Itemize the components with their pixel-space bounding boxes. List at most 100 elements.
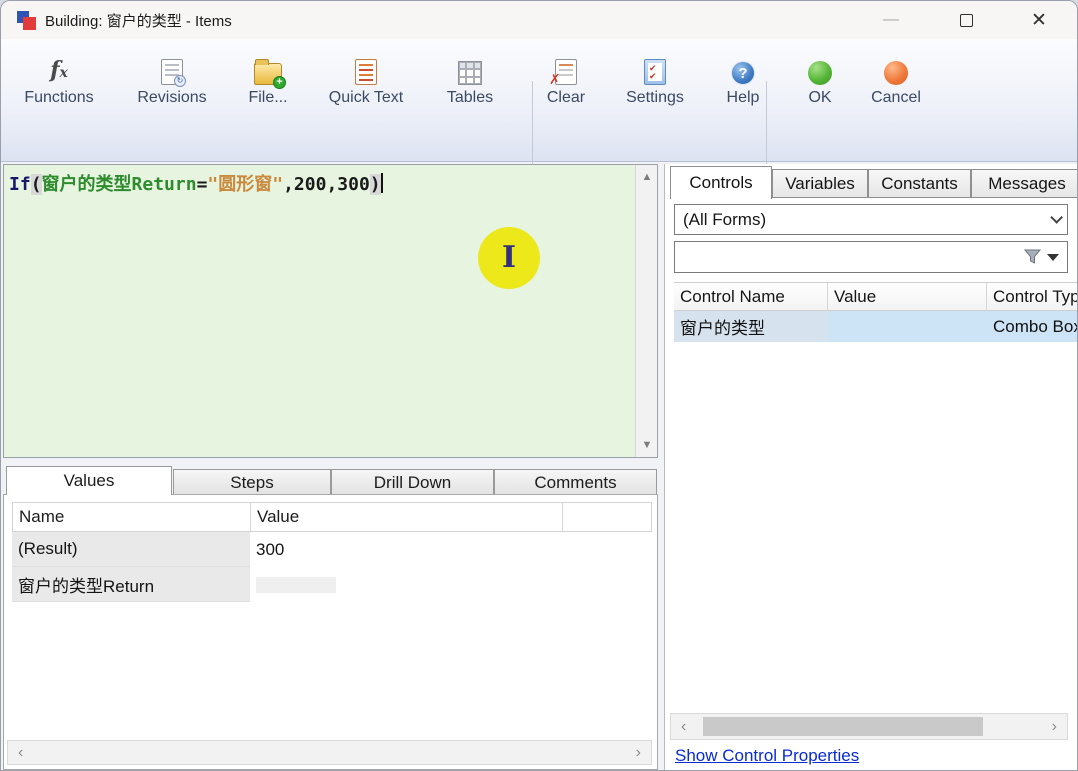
header-label: Name	[19, 507, 64, 527]
file-button[interactable]: + File...	[235, 51, 301, 147]
forms-dropdown[interactable]: (All Forms)	[674, 204, 1068, 235]
header-label: Control Type	[993, 287, 1078, 307]
help-button[interactable]: ? Help	[713, 51, 773, 147]
formula-line: If(窗户的类型Return="圆形窗",200,300)	[9, 170, 383, 196]
clear-button[interactable]: ✗ Clear	[539, 51, 593, 147]
controls-table-header: Control Name Value Control Type	[674, 282, 1078, 311]
formula-segment: 窗户的类型Return	[42, 174, 197, 195]
formula-segment: If	[9, 174, 31, 195]
table-row[interactable]: (Result) 300	[12, 532, 652, 567]
help-icon: ?	[731, 61, 755, 85]
values-header-value[interactable]: Value	[251, 503, 563, 531]
scroll-right-icon[interactable]: ›	[1052, 714, 1057, 739]
quick-text-label: Quick Text	[329, 89, 403, 107]
forms-dropdown-value: (All Forms)	[683, 210, 766, 230]
filter-input[interactable]	[675, 242, 1024, 272]
ok-icon	[808, 61, 832, 85]
formula-segment: )	[370, 174, 381, 195]
tab-steps-label: Steps	[230, 473, 273, 493]
maximize-button[interactable]	[943, 1, 989, 39]
formula-segment: ,200,300	[283, 174, 370, 195]
cancel-button[interactable]: Cancel	[861, 51, 931, 147]
help-label: Help	[727, 89, 760, 107]
scroll-left-icon[interactable]: ‹	[18, 741, 23, 764]
values-panel: Name Value (Result) 300 窗户的类型Return ‹ ›	[3, 494, 658, 770]
empty-value-placeholder	[256, 577, 336, 593]
header-label: Value	[834, 287, 876, 307]
minimize-button[interactable]: —	[868, 1, 914, 39]
file-label: File...	[248, 89, 287, 107]
tab-variables[interactable]: Variables	[772, 169, 868, 198]
title-bar: Building: 窗户的类型 - Items — ✕	[1, 1, 1078, 39]
controls-header-name[interactable]: Control Name	[674, 283, 828, 311]
functions-label: Functions	[24, 89, 93, 107]
file-add-icon: +	[254, 63, 282, 85]
quick-text-button[interactable]: Quick Text	[311, 51, 421, 147]
controls-header-value[interactable]: Value	[828, 283, 987, 311]
control-name-cell: 窗户的类型	[674, 311, 828, 342]
editor-vertical-scrollbar[interactable]: ▲ ▼	[635, 165, 657, 457]
filter-dropdown-arrow-icon[interactable]	[1047, 254, 1059, 261]
values-horizontal-scrollbar[interactable]: ‹ ›	[7, 740, 652, 765]
tables-label: Tables	[447, 89, 493, 107]
header-label: Value	[257, 507, 299, 527]
close-button[interactable]: ✕	[1016, 1, 1062, 39]
filter-funnel-icon[interactable]	[1024, 249, 1041, 265]
controls-horizontal-scrollbar[interactable]: ‹ ›	[670, 713, 1068, 740]
settings-button[interactable]: ✔ ✔ Settings	[615, 51, 695, 147]
revisions-icon: ↻	[161, 59, 183, 85]
scroll-down-icon[interactable]: ▼	[636, 439, 658, 451]
tab-values[interactable]: Values	[6, 466, 172, 495]
row-name-cell: (Result)	[12, 532, 250, 567]
tab-comments-label: Comments	[534, 473, 616, 493]
values-table-header: Name Value	[12, 502, 652, 532]
cancel-label: Cancel	[871, 89, 921, 107]
cancel-icon	[884, 61, 908, 85]
right-tab-bar: Controls Variables Constants Messages	[665, 166, 1078, 198]
clear-icon: ✗	[555, 59, 577, 85]
filter-box	[674, 241, 1068, 273]
tab-controls-label: Controls	[689, 173, 752, 193]
control-value-cell	[828, 311, 987, 342]
scroll-left-icon[interactable]: ‹	[681, 714, 686, 739]
settings-icon: ✔ ✔	[644, 59, 666, 85]
table-row[interactable]: 窗户的类型Return	[12, 567, 652, 602]
row-name-cell: 窗户的类型Return	[12, 567, 250, 602]
cursor-highlight: I	[478, 227, 540, 289]
table-row-selected[interactable]: 窗户的类型 Combo Box	[674, 311, 1078, 342]
row-value-cell: 300	[250, 532, 562, 567]
controls-header-type[interactable]: Control Type	[987, 283, 1078, 311]
values-table: Name Value (Result) 300 窗户的类型Return	[12, 502, 652, 602]
formula-editor[interactable]: If(窗户的类型Return="圆形窗",200,300) I ▲ ▼	[3, 164, 658, 458]
show-control-properties-link[interactable]: Show Control Properties	[675, 746, 859, 766]
tab-controls[interactable]: Controls	[670, 166, 772, 199]
formula-segment: "圆形窗"	[207, 174, 283, 195]
settings-label: Settings	[626, 89, 684, 107]
tab-constants[interactable]: Constants	[868, 169, 971, 198]
tables-button[interactable]: Tables	[433, 51, 507, 147]
row-value-cell	[250, 567, 562, 602]
tab-values-label: Values	[64, 471, 115, 491]
scroll-right-icon[interactable]: ›	[636, 741, 641, 764]
tab-messages-label: Messages	[988, 174, 1065, 194]
values-header-name[interactable]: Name	[13, 503, 251, 531]
values-header-extra	[563, 503, 651, 531]
tab-messages[interactable]: Messages	[971, 169, 1078, 198]
tab-steps[interactable]: Steps	[173, 469, 331, 495]
tables-icon	[458, 61, 482, 85]
control-type-cell: Combo Box	[987, 311, 1078, 342]
controls-table: Control Name Value Control Type 窗户的类型 Co…	[674, 282, 1078, 342]
tab-drill-down[interactable]: Drill Down	[331, 469, 494, 495]
tab-constants-label: Constants	[881, 174, 958, 194]
tab-comments[interactable]: Comments	[494, 469, 657, 495]
scroll-up-icon[interactable]: ▲	[636, 171, 658, 183]
scrollbar-thumb[interactable]	[703, 717, 983, 736]
functions-button[interactable]: fx Functions	[11, 51, 107, 147]
revisions-button[interactable]: ↻ Revisions	[119, 51, 225, 147]
text-caret	[381, 173, 383, 193]
quick-text-icon	[355, 59, 377, 85]
ok-label: OK	[808, 89, 831, 107]
dialog-window: Building: 窗户的类型 - Items — ✕ fx Functions…	[0, 0, 1078, 771]
ok-button[interactable]: OK	[796, 51, 844, 147]
chevron-down-icon	[1050, 211, 1063, 224]
